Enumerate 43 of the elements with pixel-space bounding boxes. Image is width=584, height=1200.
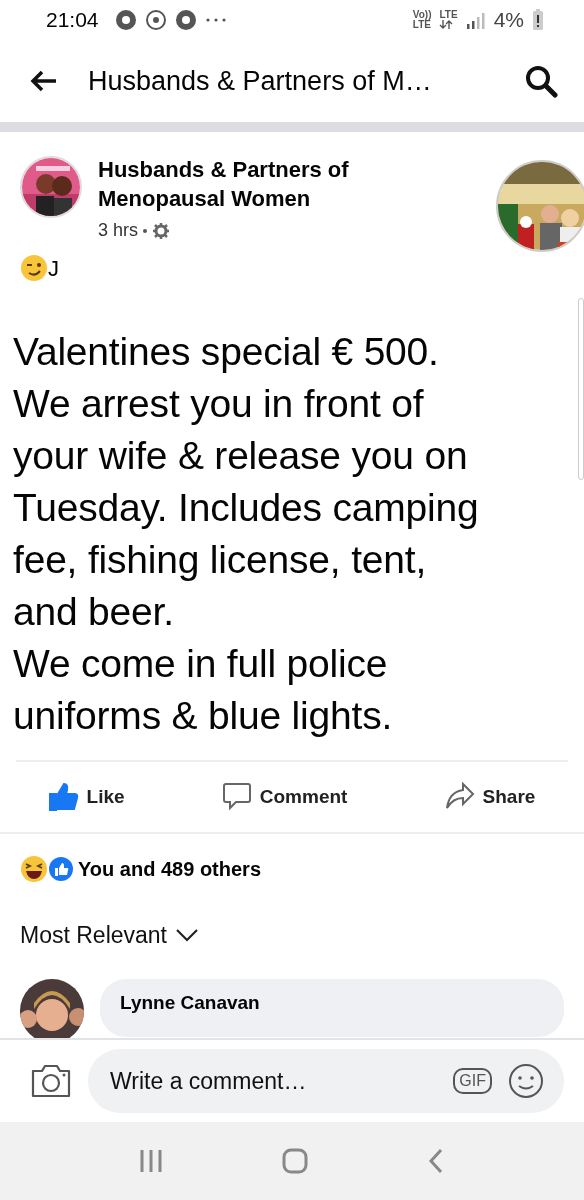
battery-icon — [532, 9, 544, 31]
data-arrows-icon — [439, 20, 454, 29]
home-icon[interactable] — [281, 1147, 309, 1175]
post-image-text: We arrest you in front of — [13, 381, 425, 428]
emoji-icon[interactable] — [508, 1063, 544, 1099]
share-button[interactable]: Share — [436, 776, 544, 819]
sort-dropdown[interactable]: Most Relevant — [0, 918, 219, 953]
like-reaction-icon — [48, 856, 74, 883]
back-arrow-icon[interactable] — [30, 70, 58, 92]
post-image-text: uniforms & blue lights. — [13, 693, 394, 740]
post-image-text: Valentines special € 500. — [13, 329, 440, 376]
chevron-down-icon — [175, 928, 199, 943]
post-image-text: We come in full police — [13, 641, 389, 688]
post-image-text: and beer. — [13, 589, 175, 636]
like-button[interactable]: Like — [40, 776, 133, 819]
comment-field[interactable]: Write a comment… GIF — [88, 1049, 564, 1113]
page-title: Husbands & Partners of M… — [88, 64, 432, 98]
post-caption: J — [48, 254, 59, 283]
winking-emoji-icon — [20, 254, 48, 283]
camera-icon[interactable] — [30, 1063, 72, 1099]
post-image-text: fee, fishing license, tent, — [13, 537, 427, 584]
volte-label: LTE — [412, 20, 432, 30]
more-icon — [204, 17, 227, 23]
lte-label: LTE — [439, 10, 458, 20]
comment-button[interactable]: Comment — [213, 776, 356, 819]
gif-button[interactable]: GIF — [453, 1068, 492, 1094]
volte-label: Vo)) — [412, 10, 432, 20]
post-time: 3 hrs — [98, 219, 139, 243]
comment-author[interactable]: Lynne Canavan — [120, 988, 544, 1018]
search-icon[interactable] — [524, 64, 558, 98]
recent-apps-icon[interactable] — [138, 1148, 165, 1174]
group-name[interactable]: Husbands & Partners of Menopausal Women — [98, 156, 398, 214]
speech-bubble-icon — [221, 782, 252, 813]
reaction-summary[interactable]: You and 489 others — [78, 854, 261, 885]
laughing-emoji-icon — [20, 855, 48, 884]
post-image-text: your wife & release you on — [13, 433, 469, 480]
gear-icon — [152, 221, 171, 240]
clock-time: 21:04 — [46, 7, 99, 34]
signal-icon — [465, 11, 486, 29]
dot-icon — [142, 227, 149, 234]
post-image-text: Tuesday. Includes camping — [13, 485, 480, 532]
battery-percent: 4% — [493, 7, 524, 34]
thumbs-up-icon — [48, 782, 79, 813]
